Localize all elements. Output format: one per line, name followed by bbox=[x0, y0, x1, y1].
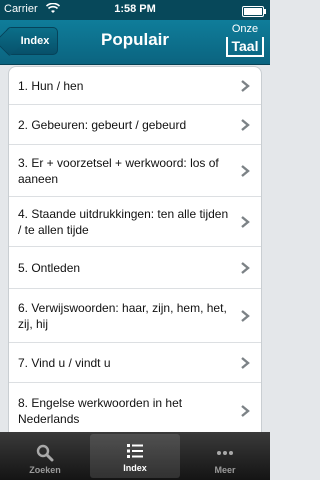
list-item[interactable]: 7. Vind u / vindt u bbox=[9, 343, 261, 383]
chevron-right-icon bbox=[241, 215, 250, 228]
list-item-label: 7. Vind u / vindt u bbox=[18, 355, 111, 370]
page-title: Populair bbox=[100, 30, 169, 49]
tab-zoeken[interactable]: Zoeken bbox=[0, 432, 90, 480]
list-item[interactable]: 5. Ontleden bbox=[9, 247, 261, 289]
popular-list: 1. Hun / hen 2. Gebeuren: gebeurt / gebe… bbox=[8, 66, 262, 440]
list-item-label: 2. Gebeuren: gebeurt / gebeurd bbox=[18, 117, 187, 132]
logo-bottom-text: Taal bbox=[226, 37, 264, 57]
list-item-label: 1. Hun / hen bbox=[18, 78, 84, 93]
status-bar: Carrier 1:58 PM bbox=[0, 0, 270, 20]
tab-label: Index bbox=[123, 463, 147, 473]
battery-icon bbox=[242, 6, 266, 17]
chevron-right-icon bbox=[241, 261, 250, 274]
logo-top-text: Onze bbox=[231, 23, 259, 35]
list-item-label: 4. Staande uitdrukkingen: ten alle tijde… bbox=[18, 206, 229, 237]
onze-taal-logo: Onze Taal bbox=[226, 23, 264, 59]
list-item-label: 6. Verwijswoorden: haar, zijn, hem, het,… bbox=[18, 300, 227, 331]
list-icon bbox=[127, 444, 143, 458]
chevron-right-icon bbox=[241, 79, 250, 92]
tab-label: Meer bbox=[214, 465, 236, 475]
list-item[interactable]: 6. Verwijswoorden: haar, zijn, hem, het,… bbox=[9, 289, 261, 343]
list-item-label: 8. Engelse werkwoorden in het Nederlands bbox=[18, 396, 183, 426]
search-icon bbox=[36, 444, 54, 462]
tab-bar: Zoeken Index Meer bbox=[0, 432, 270, 480]
list-item-label: 3. Er + voorzetsel + werkwoord: los of a… bbox=[18, 155, 219, 186]
chevron-right-icon bbox=[241, 405, 250, 417]
list-item[interactable]: 8. Engelse werkwoorden in het Nederlands bbox=[9, 383, 261, 439]
back-button-label: Index bbox=[20, 35, 50, 47]
chevron-right-icon bbox=[241, 118, 250, 131]
more-icon bbox=[217, 451, 233, 455]
status-time: 1:58 PM bbox=[114, 3, 156, 15]
tab-index[interactable]: Index bbox=[90, 434, 180, 478]
list-item-label: 5. Ontleden bbox=[18, 260, 81, 275]
back-button-index[interactable]: Index bbox=[6, 27, 58, 55]
tab-meer[interactable]: Meer bbox=[180, 432, 270, 480]
list-item[interactable]: 1. Hun / hen bbox=[9, 67, 261, 105]
navigation-bar: Index Populair Onze Taal bbox=[0, 20, 270, 65]
chevron-right-icon bbox=[241, 356, 250, 369]
list-item[interactable]: 4. Staande uitdrukkingen: ten alle tijde… bbox=[9, 197, 261, 247]
list-item[interactable]: 2. Gebeuren: gebeurt / gebeurd bbox=[9, 105, 261, 145]
chevron-right-icon bbox=[241, 164, 250, 177]
tab-label: Zoeken bbox=[29, 465, 61, 475]
list-item[interactable]: 3. Er + voorzetsel + werkwoord: los of a… bbox=[9, 145, 261, 197]
chevron-right-icon bbox=[241, 309, 250, 322]
